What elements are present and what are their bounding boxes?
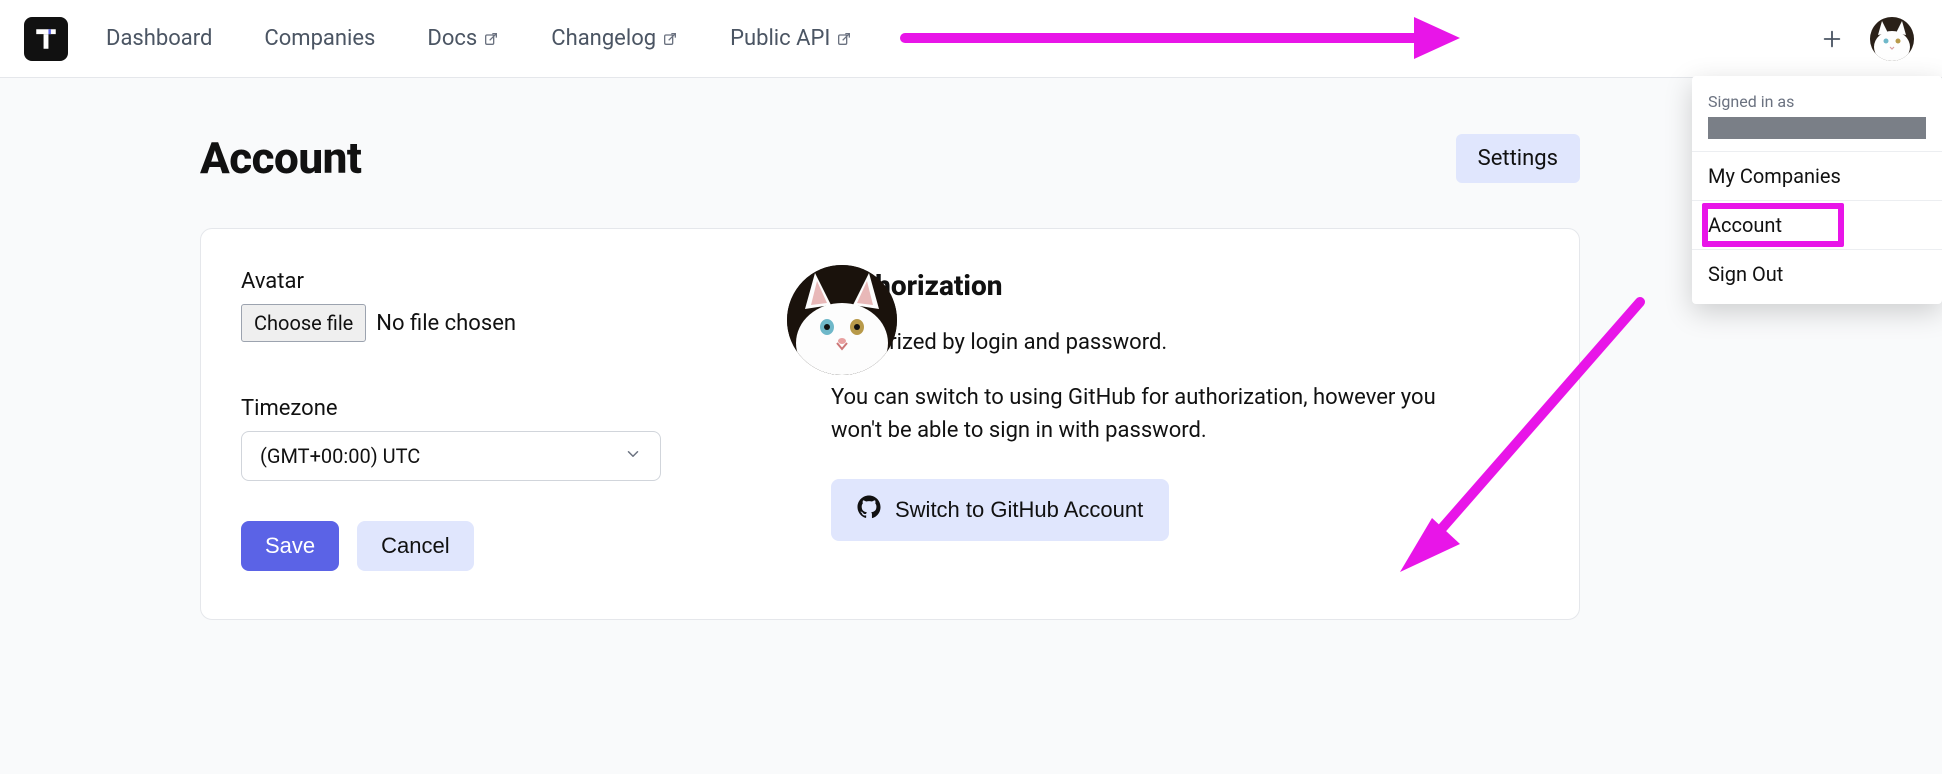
nav-label: Dashboard	[106, 26, 212, 51]
add-button[interactable]	[1818, 25, 1846, 53]
page-inner: Account Settings	[200, 132, 1580, 620]
dropdown-my-companies[interactable]: My Companies	[1692, 152, 1942, 201]
nav-companies[interactable]: Companies	[264, 26, 375, 51]
settings-left-column: Avatar Choose file No file chosen Timezo…	[241, 269, 761, 571]
external-link-icon	[483, 31, 499, 47]
avatar-icon	[787, 265, 897, 375]
page-title: Account	[200, 132, 361, 184]
github-button-label: Switch to GitHub Account	[895, 497, 1143, 523]
topbar: Dashboard Companies Docs Changelog Publi…	[0, 0, 1942, 78]
logo-icon	[33, 26, 59, 52]
file-input-row: Choose file No file chosen	[241, 304, 761, 342]
tab-settings[interactable]: Settings	[1456, 134, 1580, 183]
timezone-block: Timezone (GMT+00:00) UTC	[241, 396, 761, 481]
dropdown-item-label: Sign Out	[1708, 262, 1783, 286]
authorization-description: You can switch to using GitHub for autho…	[831, 381, 1451, 447]
nav-links: Dashboard Companies Docs Changelog Publi…	[106, 26, 852, 51]
nav-changelog[interactable]: Changelog	[551, 26, 678, 51]
authorization-status: Authorized by login and password.	[831, 326, 1451, 359]
authorization-title: Authorization	[831, 269, 1539, 302]
external-link-icon	[836, 31, 852, 47]
save-button[interactable]: Save	[241, 521, 339, 571]
github-icon	[857, 495, 881, 525]
form-actions: Save Cancel	[241, 521, 761, 571]
annotation-arrow-head	[1414, 17, 1460, 63]
dropdown-account[interactable]: Account	[1692, 201, 1942, 250]
nav-label: Companies	[264, 26, 375, 51]
dropdown-sign-out[interactable]: Sign Out	[1692, 250, 1942, 298]
switch-to-github-button[interactable]: Switch to GitHub Account	[831, 479, 1169, 541]
settings-right-column: Authorization Authorized by login and pa…	[831, 269, 1539, 571]
nav-dashboard[interactable]: Dashboard	[106, 26, 212, 51]
dropdown-header: Signed in as	[1692, 86, 1942, 152]
signed-in-user-redacted	[1708, 117, 1926, 139]
user-avatar-small[interactable]	[1870, 17, 1914, 61]
user-dropdown: Signed in as My Companies Account Sign O…	[1692, 76, 1942, 304]
choose-file-button[interactable]: Choose file	[241, 304, 366, 342]
nav-label: Changelog	[551, 26, 656, 51]
dropdown-item-label: My Companies	[1708, 164, 1841, 188]
page-header: Account Settings	[200, 132, 1580, 184]
external-link-icon	[662, 31, 678, 47]
page-body: Account Settings	[0, 78, 1942, 774]
plus-icon	[1821, 28, 1843, 50]
nav-public-api[interactable]: Public API	[730, 26, 852, 51]
signed-in-label: Signed in as	[1708, 92, 1926, 111]
nav-label: Docs	[427, 26, 477, 51]
avatar-icon	[1870, 17, 1914, 61]
annotation-arrow-line	[900, 33, 1420, 43]
dropdown-item-label: Account	[1708, 213, 1782, 237]
cancel-button[interactable]: Cancel	[357, 521, 473, 571]
nav-docs[interactable]: Docs	[427, 26, 499, 51]
app-logo[interactable]	[24, 17, 68, 61]
timezone-value: (GMT+00:00) UTC	[260, 444, 420, 468]
settings-card: Avatar Choose file No file chosen Timezo…	[200, 228, 1580, 620]
file-status: No file chosen	[376, 311, 516, 336]
topbar-right	[1818, 17, 1914, 61]
timezone-label: Timezone	[241, 396, 761, 421]
timezone-select[interactable]: (GMT+00:00) UTC	[241, 431, 661, 481]
user-avatar-large	[787, 265, 897, 375]
nav-label: Public API	[730, 26, 830, 51]
chevron-down-icon	[624, 445, 642, 467]
avatar-label: Avatar	[241, 269, 761, 294]
tab-label: Settings	[1478, 146, 1558, 171]
